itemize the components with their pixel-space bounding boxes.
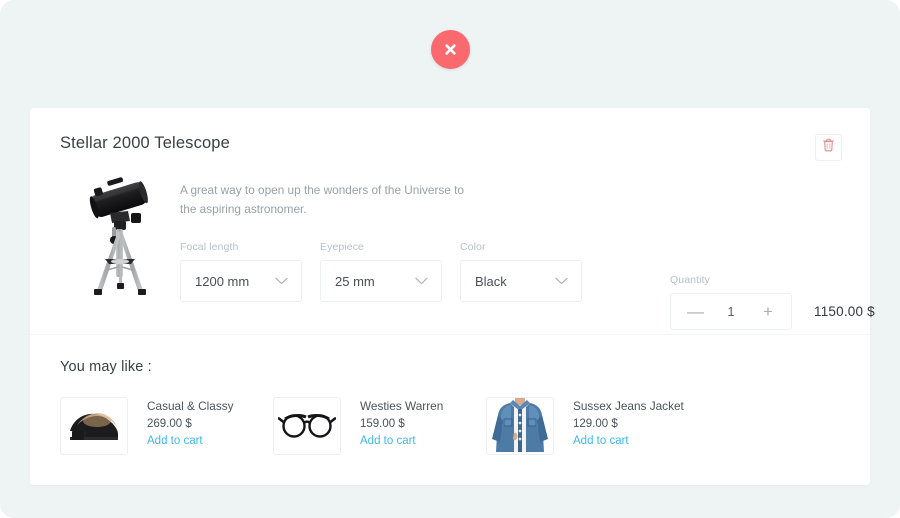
product-name: Sussex Jeans Jacket — [573, 399, 684, 413]
product-price: 159.00 $ — [360, 418, 405, 430]
quantity-increment-button[interactable]: + — [761, 303, 775, 320]
list-item[interactable]: Casual & Classy 269.00 $ Add to cart — [60, 397, 273, 455]
item-price: 1150.00 $ — [814, 304, 875, 319]
quantity-value[interactable]: 1 — [728, 305, 735, 319]
product-info: Westies Warren 159.00 $ Add to cart — [360, 397, 443, 447]
close-button[interactable] — [430, 30, 470, 69]
chevron-down-icon — [275, 272, 288, 290]
product-info: Casual & Classy 269.00 $ Add to cart — [147, 397, 234, 447]
list-item[interactable]: Sussex Jeans Jacket 129.00 $ Add to cart — [486, 397, 699, 455]
page-root: Stellar 2000 Telescope A great way to op… — [0, 0, 900, 518]
product-thumbnail[interactable] — [60, 397, 128, 455]
option-color-label: Color — [460, 241, 486, 254]
close-button-container — [0, 30, 900, 69]
option-focal-length-label: Focal length — [180, 241, 239, 254]
option-eyepiece-label: Eyepiece — [320, 241, 364, 254]
telescope-image — [74, 171, 166, 306]
option-eyepiece: Eyepiece 25 mm — [320, 241, 442, 303]
eyepiece-select[interactable]: 25 mm — [320, 260, 442, 303]
focal-length-value: 1200 mm — [195, 273, 250, 289]
product-description: A great way to open up the wonders of th… — [180, 183, 464, 217]
black-heel-shoes-image — [64, 401, 124, 452]
add-to-cart-link[interactable]: Add to cart — [147, 435, 234, 447]
product-image-container — [60, 163, 180, 306]
eyeglasses-image — [277, 408, 337, 445]
add-to-cart-link[interactable]: Add to cart — [573, 435, 684, 447]
product-info: Sussex Jeans Jacket 129.00 $ Add to cart — [573, 397, 684, 447]
product-title: Stellar 2000 Telescope — [60, 134, 230, 152]
denim-jacket-image — [487, 398, 553, 454]
product-price: 129.00 $ — [573, 418, 618, 430]
option-color: Color Black — [460, 241, 582, 303]
product-name: Westies Warren — [360, 399, 444, 413]
eyepiece-value: 25 mm — [335, 273, 375, 289]
remove-item-button[interactable] — [815, 134, 842, 161]
focal-length-select[interactable]: 1200 mm — [180, 260, 302, 303]
product-price: 269.00 $ — [147, 418, 192, 430]
product-thumbnail[interactable] — [486, 397, 554, 455]
product-details: A great way to open up the wonders of th… — [180, 163, 660, 303]
option-focal-length: Focal length 1200 mm — [180, 241, 302, 303]
cart-card: Stellar 2000 Telescope A great way to op… — [30, 108, 875, 485]
chevron-down-icon — [415, 272, 428, 290]
list-item[interactable]: Westies Warren 159.00 $ Add to cart — [273, 397, 486, 455]
recommendations-title: You may like : — [60, 359, 152, 375]
product-name: Casual & Classy — [147, 399, 234, 413]
quantity-stepper[interactable]: — 1 + — [670, 293, 792, 330]
recommendations-list: Casual & Classy 269.00 $ Add to cart Wes… — [60, 397, 840, 455]
color-select[interactable]: Black — [460, 260, 582, 303]
product-options: Focal length 1200 mm Eyepiece 25 mm Colo… — [180, 241, 660, 303]
chevron-down-icon — [555, 272, 568, 290]
quantity-decrement-button[interactable]: — — [687, 303, 704, 320]
quantity-price-container: Quantity — 1 + 1150.00 $ — [670, 274, 875, 330]
quantity-label: Quantity — [670, 274, 710, 286]
add-to-cart-link[interactable]: Add to cart — [360, 435, 443, 447]
recommendations-section: You may like : Casual & Classy 269.00 $ … — [30, 335, 870, 485]
product-thumbnail[interactable] — [273, 397, 341, 455]
close-x-icon — [443, 42, 458, 57]
quantity-price-row: — 1 + 1150.00 $ — [670, 293, 875, 330]
color-value: Black — [475, 273, 507, 289]
trash-icon — [822, 138, 835, 157]
product-section: Stellar 2000 Telescope A great way to op… — [30, 108, 875, 335]
